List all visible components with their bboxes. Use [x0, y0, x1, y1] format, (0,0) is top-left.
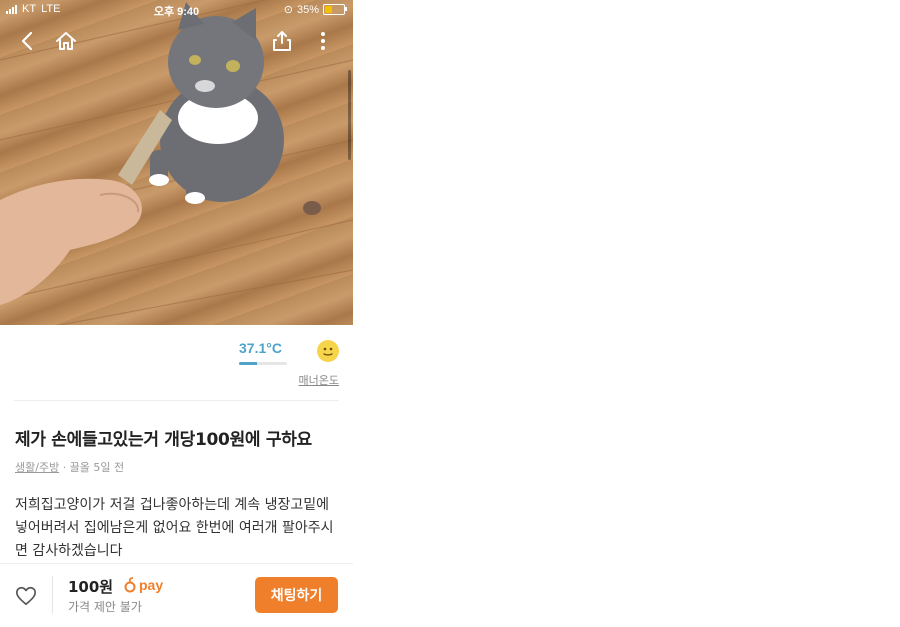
battery-icon — [323, 4, 347, 15]
manner-temperature-label[interactable]: 매너온도 — [299, 372, 339, 388]
pay-badge: pay — [124, 577, 163, 593]
post-title: 제가 손에들고있는거 개당100원에 구하요 — [15, 430, 312, 450]
manner-temperature-bar — [239, 362, 287, 365]
back-icon[interactable] — [14, 28, 40, 54]
status-bar: KT LTE 오후 9:40 ⊙ 35% — [0, 0, 353, 20]
pay-logo-icon — [124, 577, 136, 593]
heart-icon[interactable] — [15, 585, 37, 607]
pay-label: pay — [139, 577, 164, 593]
smiley-face-icon — [317, 340, 339, 362]
more-options-icon[interactable] — [310, 28, 336, 54]
alarm-icon: ⊙ — [283, 4, 293, 16]
post-body: 저희집고양이가 저걸 겁나좋아하는데 계속 냉장고밑에 넣어버려서 집에남은게 … — [15, 497, 334, 559]
phone-screen: KT LTE 오후 9:40 ⊙ 35% 37.1°C 매너온도 제가 손에들고… — [0, 0, 353, 627]
post-meta: 생활/주방 · 끌올 5일 전 — [15, 459, 124, 475]
home-icon[interactable] — [53, 28, 79, 54]
product-photo[interactable]: KT LTE 오후 9:40 ⊙ 35% — [0, 0, 353, 325]
price: 100원 — [68, 578, 114, 596]
bottom-action-bar: 100원 pay 가격 제안 불가 채팅하기 — [0, 563, 353, 627]
divider — [14, 400, 339, 401]
vertical-divider — [52, 576, 53, 614]
post-time: · 끌올 5일 전 — [62, 461, 125, 474]
post-category-link[interactable]: 생활/주방 — [15, 461, 59, 474]
chat-button[interactable]: 채팅하기 — [255, 577, 338, 613]
scrollbar[interactable] — [348, 70, 351, 160]
price-negotiation-status: 가격 제안 불가 — [68, 600, 142, 614]
battery-percent: 35% — [296, 3, 319, 16]
manner-temperature-value: 37.1°C — [239, 340, 282, 356]
manner-temperature[interactable]: 37.1°C 매너온도 — [239, 338, 339, 390]
share-icon[interactable] — [269, 28, 295, 54]
